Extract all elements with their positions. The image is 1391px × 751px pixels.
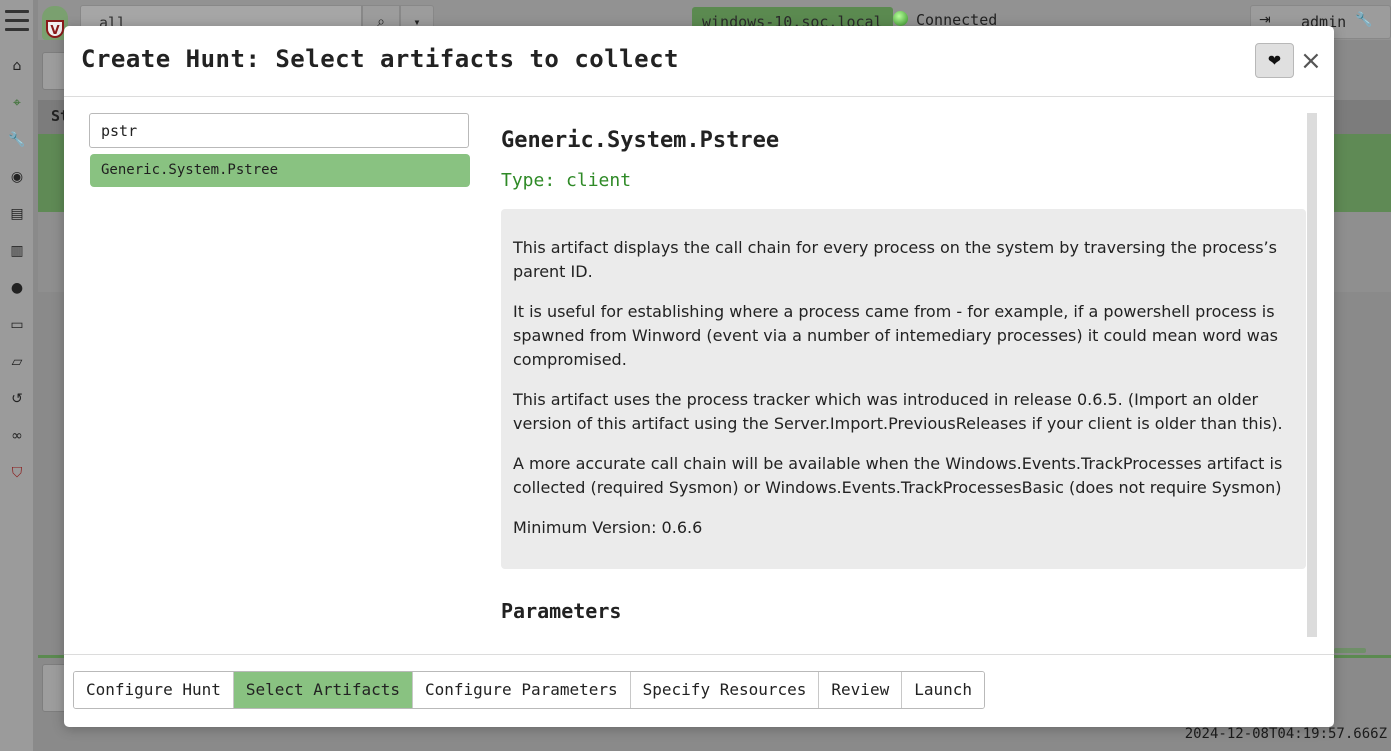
wrench-icon[interactable]: 🔧: [1355, 12, 1372, 28]
crosshairs-icon[interactable]: ⌖: [8, 94, 26, 112]
tab-specify-resources[interactable]: Specify Resources: [630, 672, 820, 708]
heart-icon: ❤: [1267, 51, 1282, 70]
velociraptor-shield-icon[interactable]: ⛉: [8, 464, 26, 482]
book-icon[interactable]: ▥: [8, 242, 26, 260]
tab-select-artifacts[interactable]: Select Artifacts: [233, 672, 413, 708]
wizard-steps: Configure Hunt Select Artifacts Configur…: [73, 671, 985, 709]
wrench-icon[interactable]: 🔧: [8, 131, 26, 149]
eye-icon[interactable]: ◉: [8, 168, 26, 186]
connected-status-icon: [893, 11, 908, 26]
server-icon[interactable]: ▤: [8, 205, 26, 223]
artifact-name: Generic.System.Pstree: [501, 128, 780, 153]
sidebar: ⌂ ⌖ 🔧 ◉ ▤ ▥ ● ▭ ▱ ↺ ∞ ⛉: [0, 0, 34, 751]
binoculars-icon[interactable]: ∞: [8, 427, 26, 445]
tab-configure-parameters[interactable]: Configure Parameters: [412, 672, 631, 708]
artifact-description: This artifact displays the call chain fo…: [501, 209, 1306, 569]
description-paragraph: This artifact displays the call chain fo…: [513, 238, 1277, 281]
close-button[interactable]: ×: [1300, 46, 1322, 76]
laptop-icon[interactable]: ▭: [8, 316, 26, 334]
modal-header: Create Hunt: Select artifacts to collect…: [64, 26, 1334, 97]
hamburger-menu-icon[interactable]: [5, 10, 29, 37]
artifact-details: Generic.System.Pstree Type: client This …: [501, 113, 1306, 637]
artifact-result-item[interactable]: Generic.System.Pstree: [90, 154, 470, 187]
artifact-search-input[interactable]: [89, 113, 469, 148]
horizontal-scrollbar[interactable]: [1334, 648, 1366, 653]
tab-configure-hunt[interactable]: Configure Hunt: [74, 672, 234, 708]
server-timestamp: 2024-12-08T04:19:57.666Z: [1184, 726, 1387, 742]
user-icon[interactable]: ●: [8, 279, 26, 297]
minimum-version: Minimum Version: 0.6.6: [513, 518, 703, 537]
description-paragraph: It is useful for establishing where a pr…: [513, 302, 1279, 369]
artifact-type: Type: client: [501, 170, 632, 191]
home-icon[interactable]: ⌂: [8, 57, 26, 75]
description-paragraph: This artifact uses the process tracker w…: [513, 390, 1283, 433]
description-paragraph: A more accurate call chain will be avail…: [513, 454, 1283, 497]
folder-open-icon[interactable]: ▱: [8, 353, 26, 371]
modal-footer: Configure Hunt Select Artifacts Configur…: [64, 654, 1334, 728]
parameters-heading: Parameters: [501, 599, 622, 623]
modal-title: Create Hunt: Select artifacts to collect: [81, 45, 679, 73]
details-scrollbar[interactable]: [1307, 113, 1317, 637]
create-hunt-modal: Create Hunt: Select artifacts to collect…: [64, 26, 1334, 727]
tab-review[interactable]: Review: [819, 672, 903, 708]
favorite-button[interactable]: ❤: [1255, 43, 1294, 78]
tab-launch[interactable]: Launch: [902, 672, 984, 708]
history-icon[interactable]: ↺: [8, 390, 26, 408]
